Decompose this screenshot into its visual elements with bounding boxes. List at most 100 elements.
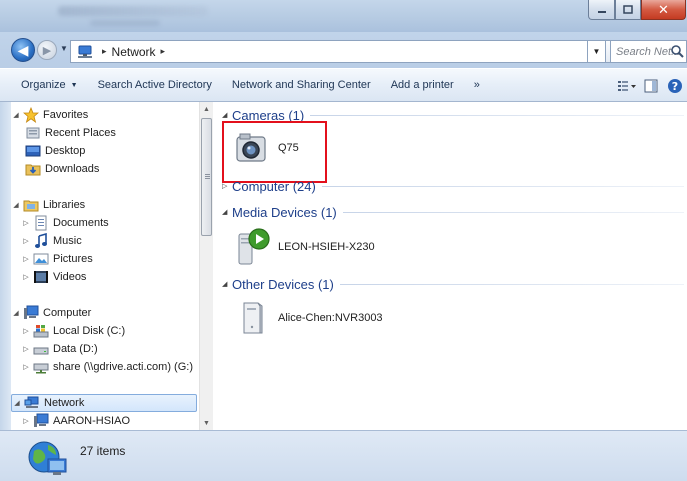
tree-item-aaron-hsiao[interactable]: ▷ AARON-HSIAO bbox=[21, 412, 130, 430]
tree-label: Computer bbox=[43, 307, 92, 319]
collapse-arrow-icon[interactable]: ◢ bbox=[11, 111, 21, 119]
close-icon: ✕ bbox=[658, 1, 669, 17]
collapse-arrow-icon[interactable]: ◢ bbox=[11, 309, 21, 317]
group-title: Other Devices (1) bbox=[232, 276, 334, 292]
recent-pages-dropdown[interactable]: ▼ bbox=[60, 44, 68, 53]
arrow-left-icon: ◀ bbox=[17, 41, 29, 58]
group-header-media-devices[interactable]: ◢ Media Devices (1) bbox=[222, 203, 684, 221]
recent-places-icon bbox=[25, 125, 41, 141]
tree-item-desktop[interactable]: Desktop bbox=[23, 142, 85, 160]
details-pane: 27 items bbox=[0, 430, 687, 481]
title-subtext-blurred bbox=[90, 20, 160, 26]
network-icon bbox=[78, 45, 92, 58]
star-icon bbox=[23, 107, 39, 123]
navigation-bar: ◀ ▶ ▼ ▸ Network ▸ ▼ ⟳ Search Net... bbox=[0, 32, 687, 68]
tree-item-music[interactable]: ▷ Music bbox=[21, 232, 82, 250]
network-drive-icon bbox=[33, 359, 49, 375]
scroll-up-button[interactable]: ▲ bbox=[200, 102, 213, 116]
computer-icon bbox=[23, 305, 39, 321]
group-divider bbox=[321, 185, 684, 187]
group-title: Media Devices (1) bbox=[232, 204, 337, 220]
expand-arrow-icon[interactable]: ▷ bbox=[21, 219, 31, 227]
tree-item-data-drive[interactable]: ▷ Data (D:) bbox=[21, 340, 97, 358]
tree-label: share (\\gdrive.acti.com) (G:) bbox=[53, 361, 193, 373]
search-active-directory-button[interactable]: Search Active Directory bbox=[88, 73, 222, 97]
network-sharing-center-button[interactable]: Network and Sharing Center bbox=[222, 73, 381, 97]
search-input[interactable]: Search Net... bbox=[610, 40, 687, 63]
item-count: 27 items bbox=[80, 444, 126, 458]
minimize-button[interactable] bbox=[588, 0, 615, 20]
tree-item-documents[interactable]: ▷ Documents bbox=[21, 214, 109, 232]
view-icon bbox=[618, 81, 636, 91]
organize-button[interactable]: Organize ▼ bbox=[0, 73, 88, 97]
device-tower-icon bbox=[243, 302, 263, 334]
window-frame-left bbox=[0, 102, 11, 481]
group-divider bbox=[310, 114, 684, 116]
device-item-q75[interactable]: Q75 bbox=[232, 128, 299, 168]
tree-item-downloads[interactable]: Downloads bbox=[23, 160, 99, 178]
tree-item-videos[interactable]: ▷ Videos bbox=[21, 268, 86, 286]
device-item-alice-chen-nvr3003[interactable]: Alice-Chen:NVR3003 bbox=[232, 298, 383, 338]
tree-label: Desktop bbox=[45, 145, 86, 157]
command-bar: Organize ▼ Search Active Directory Netwo… bbox=[0, 68, 687, 102]
group-header-other-devices[interactable]: ◢ Other Devices (1) bbox=[222, 275, 684, 293]
expand-arrow-icon[interactable]: ▷ bbox=[21, 417, 31, 425]
maximize-icon bbox=[623, 5, 633, 14]
tree-label: Libraries bbox=[43, 199, 86, 211]
scroll-thumb[interactable] bbox=[201, 118, 212, 236]
back-button[interactable]: ◀ bbox=[11, 38, 35, 62]
forward-button[interactable]: ▶ bbox=[37, 40, 57, 60]
videos-icon bbox=[33, 269, 49, 285]
tree-item-network[interactable]: ◢ Network bbox=[11, 394, 197, 412]
change-view-button[interactable] bbox=[615, 74, 639, 98]
minimize-icon bbox=[597, 10, 606, 13]
title-bar: ✕ bbox=[0, 0, 687, 32]
breadcrumb-separator: ▸ bbox=[102, 46, 107, 56]
navigation-scrollbar[interactable]: ▲ ▼ bbox=[199, 102, 213, 430]
more-commands-button[interactable]: » bbox=[464, 73, 490, 97]
tree-item-pictures[interactable]: ▷ Pictures bbox=[21, 250, 92, 268]
organize-label: Organize bbox=[21, 79, 66, 91]
expand-arrow-icon[interactable]: ▷ bbox=[21, 237, 31, 245]
expand-arrow-icon[interactable]: ▷ bbox=[21, 255, 31, 263]
tree-item-local-disk[interactable]: ▷ Local Disk (C:) bbox=[21, 322, 125, 340]
device-label: LEON-HSIEH-X230 bbox=[278, 241, 375, 253]
tree-item-share-drive[interactable]: ▷ share (\\gdrive.acti.com) (G:) bbox=[21, 358, 193, 376]
tree-item-recent-places[interactable]: Recent Places bbox=[23, 124, 116, 142]
help-icon: ? bbox=[668, 79, 682, 93]
expand-arrow-icon: ▷ bbox=[222, 183, 228, 190]
tree-label: Videos bbox=[53, 271, 87, 283]
add-printer-button[interactable]: Add a printer bbox=[381, 73, 464, 97]
grip-icon bbox=[205, 174, 210, 180]
media-server-icon bbox=[238, 228, 270, 265]
expand-arrow-icon[interactable]: ▷ bbox=[21, 327, 31, 335]
group-divider bbox=[339, 283, 684, 285]
tree-label: Favorites bbox=[43, 109, 89, 121]
navigation-pane: ◢ Favorites Recent Places Desktop Downlo… bbox=[11, 102, 199, 430]
expand-arrow-icon[interactable]: ▷ bbox=[21, 345, 31, 353]
breadcrumb-network[interactable]: Network bbox=[112, 45, 156, 59]
expand-arrow-icon[interactable]: ▷ bbox=[21, 273, 31, 281]
expand-arrow-icon[interactable]: ▷ bbox=[21, 363, 31, 371]
network-icon bbox=[24, 395, 40, 411]
collapse-arrow-icon[interactable]: ◢ bbox=[11, 201, 21, 209]
view-controls: ? bbox=[615, 74, 687, 98]
tree-item-favorites[interactable]: ◢ Favorites bbox=[11, 106, 88, 124]
preview-pane-button[interactable] bbox=[639, 74, 663, 98]
help-button[interactable]: ? bbox=[663, 74, 687, 98]
collapse-arrow-icon[interactable]: ◢ bbox=[12, 399, 22, 407]
desktop-icon bbox=[25, 143, 41, 159]
maximize-button[interactable] bbox=[615, 0, 641, 20]
scroll-down-button[interactable]: ▼ bbox=[200, 416, 213, 430]
tree-label: Downloads bbox=[45, 163, 100, 175]
address-bar[interactable]: ▸ Network ▸ bbox=[70, 40, 588, 63]
tree-item-libraries[interactable]: ◢ Libraries bbox=[11, 196, 85, 214]
camera-icon bbox=[236, 133, 266, 162]
tree-label: AARON-HSIAO bbox=[53, 415, 131, 427]
device-item-leon-hsieh-x230[interactable]: LEON-HSIEH-X230 bbox=[232, 226, 375, 268]
collapse-arrow-icon: ◢ bbox=[222, 209, 228, 216]
address-dropdown-button[interactable]: ▼ bbox=[588, 40, 606, 63]
close-button[interactable]: ✕ bbox=[641, 0, 686, 20]
tree-item-computer[interactable]: ◢ Computer bbox=[11, 304, 91, 322]
group-header-computer[interactable]: ▷ Computer (24) bbox=[222, 177, 684, 195]
